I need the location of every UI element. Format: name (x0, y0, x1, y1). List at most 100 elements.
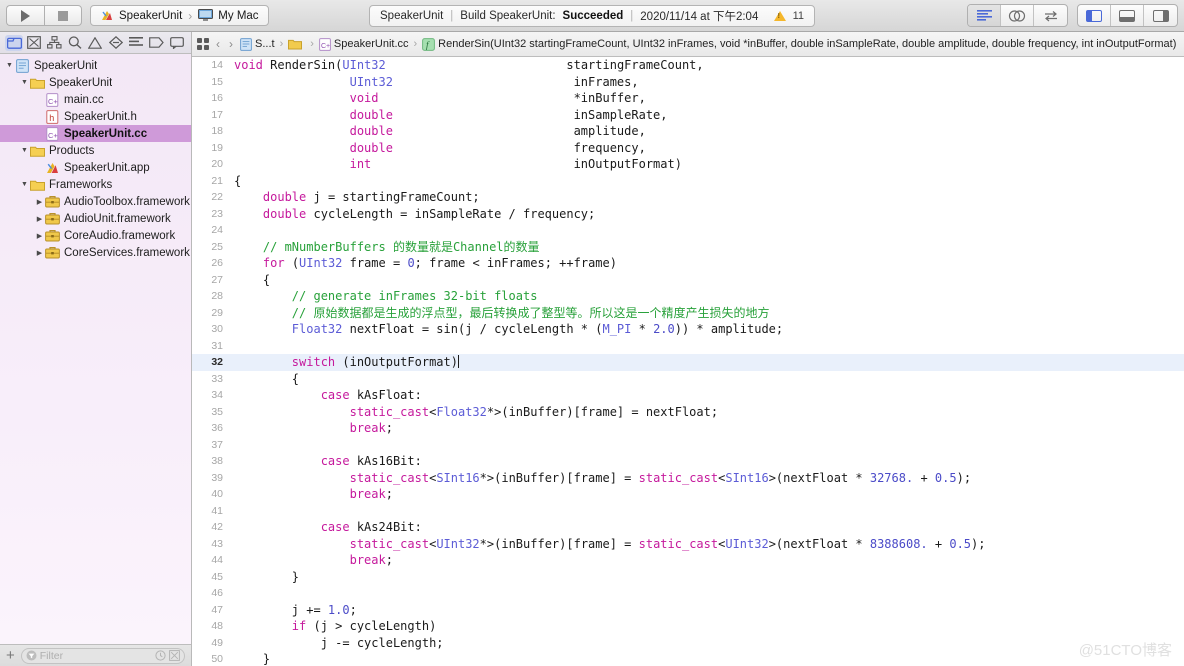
disclosure-open-icon[interactable]: ▼ (19, 181, 30, 188)
scheme-selector[interactable]: SpeakerUnit › My Mac (90, 5, 269, 26)
scheme-target-label: SpeakerUnit (119, 9, 183, 22)
code-line[interactable]: 47 j += 1.0; (192, 602, 1184, 619)
warning-triangle-icon[interactable] (773, 10, 786, 21)
navigator-row[interactable]: h SpeakerUnit.h (0, 108, 191, 125)
back-button[interactable]: ‹ (214, 37, 222, 51)
code-line[interactable]: 34 case kAsFloat: (192, 387, 1184, 404)
code-line[interactable]: 28 // generate inFrames 32-bit floats (192, 288, 1184, 305)
navigator-row[interactable]: ▼ Frameworks (0, 176, 191, 193)
breadcrumb-symbol[interactable]: f RenderSin(UInt32 startingFrameCount, U… (422, 37, 1177, 51)
disclosure-open-icon[interactable]: ▼ (4, 62, 15, 69)
navigator-toggle-button[interactable] (1078, 5, 1111, 26)
code-line[interactable]: 16 void *inBuffer, (192, 90, 1184, 107)
code-token-kw: case (320, 520, 350, 534)
code-line[interactable]: 29 // 原始数据都是生成的浮点型，最后转换成了整型等。所以这是一个精度产生损… (192, 305, 1184, 322)
navigator-row[interactable]: C+ main.cc (0, 91, 191, 108)
stop-button[interactable] (44, 5, 82, 26)
disclosure-closed-icon[interactable]: ▶ (34, 249, 45, 257)
code-line[interactable]: 43 static_cast<UInt32*>(inBuffer)[frame]… (192, 536, 1184, 553)
code-line[interactable]: 18 double amplitude, (192, 123, 1184, 140)
navigator-row[interactable]: ▶ AudioUnit.framework (0, 210, 191, 227)
forward-button[interactable]: › (227, 37, 235, 51)
project-navigator-tree[interactable]: ▼ SpeakerUnit ▼ SpeakerUnit C+ main.cc h Speake… (0, 54, 191, 644)
navigator-row[interactable]: SpeakerUnit.app (0, 159, 191, 176)
navigator-row[interactable]: ▼ SpeakerUnit (0, 74, 191, 91)
report-navigator-tab[interactable] (168, 35, 186, 51)
breadcrumb-file[interactable]: C+ SpeakerUnit.cc (319, 37, 409, 51)
filter-input[interactable]: Filter (20, 647, 185, 664)
assistant-editor-button[interactable] (1001, 5, 1034, 26)
code-token-plain: kAs16Bit: (349, 454, 422, 468)
code-line[interactable]: 25 // mNumberBuffers 的数量就是Channel的数量 (192, 239, 1184, 256)
code-line[interactable]: 32 switch (inOutputFormat) (192, 354, 1184, 371)
disclosure-closed-icon[interactable]: ▶ (34, 198, 45, 206)
code-line[interactable]: 19 double frequency, (192, 140, 1184, 157)
find-navigator-tab[interactable] (66, 35, 84, 51)
breadcrumb-symbol-label: RenderSin(UInt32 startingFrameCount, UIn… (438, 38, 1177, 50)
code-line[interactable]: 36 break; (192, 420, 1184, 437)
code-line[interactable]: 23 double cycleLength = inSampleRate / f… (192, 206, 1184, 223)
related-items-icon[interactable] (197, 38, 209, 50)
debug-area-toggle-button[interactable] (1111, 5, 1144, 26)
navigator-row[interactable]: ▶ CoreServices.framework (0, 244, 191, 261)
navigator-row[interactable]: ▼ SpeakerUnit (0, 57, 191, 74)
symbol-navigator-tab[interactable] (46, 35, 64, 51)
utilities-toggle-button[interactable] (1144, 5, 1177, 26)
activity-status-bar[interactable]: SpeakerUnit | Build SpeakerUnit: Succeed… (369, 4, 815, 27)
code-line[interactable]: 37 (192, 437, 1184, 454)
code-line[interactable]: 39 static_cast<SInt16*>(inBuffer)[frame]… (192, 470, 1184, 487)
code-line[interactable]: 41 (192, 503, 1184, 520)
breadcrumb-project[interactable]: S...t (240, 37, 275, 51)
debug-navigator-tab[interactable] (127, 35, 145, 51)
code-line[interactable]: 48 if (j > cycleLength) (192, 618, 1184, 635)
code-line[interactable]: 14 void RenderSin(UInt32 startingFrameCou… (192, 57, 1184, 74)
code-token-plain: RenderSin( (262, 58, 343, 72)
code-line[interactable]: 24 (192, 222, 1184, 239)
code-line[interactable]: 42 case kAs24Bit: (192, 519, 1184, 536)
code-line[interactable]: 44 break; (192, 552, 1184, 569)
disclosure-open-icon[interactable]: ▼ (19, 147, 30, 154)
code-lines[interactable]: 14 void RenderSin(UInt32 startingFrameCou… (192, 57, 1184, 666)
run-button[interactable] (6, 5, 44, 26)
code-line[interactable]: 30 Float32 nextFloat = sin(j / cycleLeng… (192, 321, 1184, 338)
source-editor[interactable]: 14 void RenderSin(UInt32 startingFrameCou… (192, 57, 1184, 666)
code-line[interactable]: 17 double inSampleRate, (192, 107, 1184, 124)
code-token-cmt: // 原始数据都是生成的浮点型，最后转换成了整型等。所以这是一个精度产生损失的地… (291, 305, 770, 320)
code-line[interactable]: 40 break; (192, 486, 1184, 503)
code-line[interactable]: 31 (192, 338, 1184, 355)
version-editor-button[interactable] (1034, 5, 1067, 26)
source-control-navigator-tab[interactable] (25, 35, 43, 51)
code-line[interactable]: 35 static_cast<Float32*>(inBuffer)[frame… (192, 404, 1184, 421)
toolbar-left-group: SpeakerUnit › My Mac (6, 5, 269, 26)
code-line[interactable]: 38 case kAs16Bit: (192, 453, 1184, 470)
disclosure-closed-icon[interactable]: ▶ (34, 232, 45, 240)
code-token-kw: static_cast (349, 404, 430, 419)
code-line[interactable]: 15 UInt32 inFrames, (192, 74, 1184, 91)
code-line[interactable]: 49 j -= cycleLength; (192, 635, 1184, 652)
line-number: 39 (211, 471, 223, 484)
navigator-row[interactable]: C+ SpeakerUnit.cc (0, 125, 191, 142)
breakpoint-navigator-tab[interactable] (147, 35, 165, 51)
standard-editor-button[interactable] (968, 5, 1001, 26)
navigator-row[interactable]: ▶ CoreAudio.framework (0, 227, 191, 244)
filter-funnel-icon (26, 650, 37, 661)
code-line[interactable]: 20 int inOutputFormat) (192, 156, 1184, 173)
breadcrumb-folder[interactable] (288, 38, 305, 50)
add-item-button[interactable]: + (6, 648, 15, 663)
navigator-row[interactable]: ▼ Products (0, 142, 191, 159)
code-line[interactable]: 22 double j = startingFrameCount; (192, 189, 1184, 206)
test-navigator-tab[interactable] (107, 35, 125, 51)
code-line[interactable]: 50 } (192, 651, 1184, 666)
issue-navigator-tab[interactable] (86, 35, 104, 51)
code-line[interactable]: 45 } (192, 569, 1184, 586)
project-navigator-tab[interactable] (5, 34, 24, 51)
code-line[interactable]: 26 for (UInt32 frame = 0; frame < inFram… (192, 255, 1184, 272)
code-line[interactable]: 27 { (192, 272, 1184, 289)
code-line[interactable]: 21 { (192, 173, 1184, 190)
code-line[interactable]: 46 (192, 585, 1184, 602)
disclosure-open-icon[interactable]: ▼ (19, 79, 30, 86)
code-line[interactable]: 33 { (192, 371, 1184, 388)
navigator-row[interactable]: ▶ AudioToolbox.framework (0, 193, 191, 210)
disclosure-closed-icon[interactable]: ▶ (34, 215, 45, 223)
